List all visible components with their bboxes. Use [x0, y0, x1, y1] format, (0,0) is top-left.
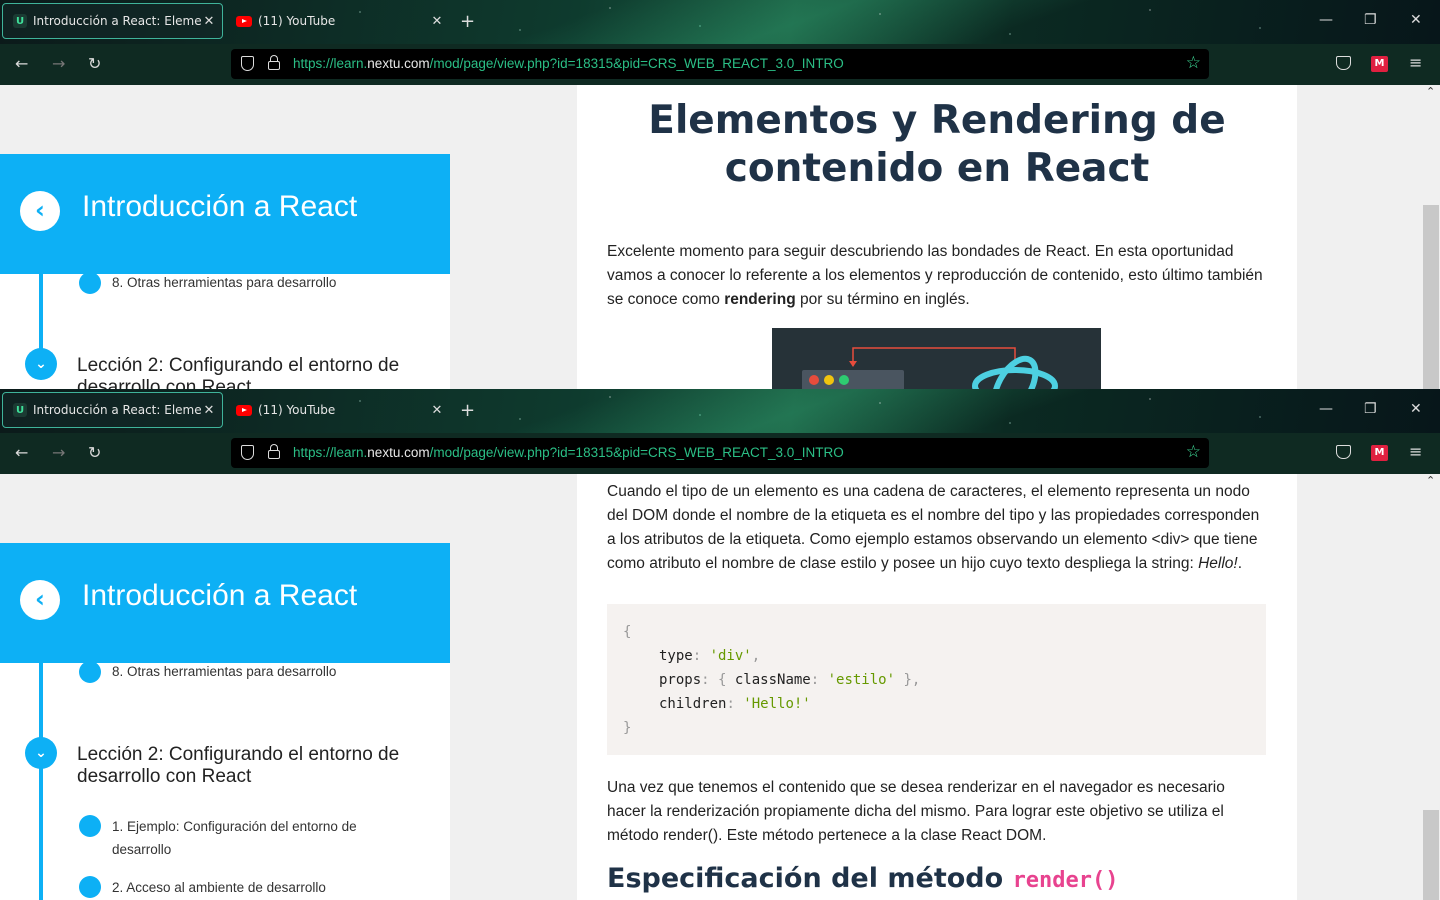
reload-button[interactable]: ↻ — [88, 443, 101, 462]
tab-title: (11) YouTube — [258, 403, 336, 417]
lesson-item-dot — [79, 876, 101, 898]
element-paragraph: Cuando el tipo de un elemento es una cad… — [607, 483, 1260, 572]
tracking-shield-icon[interactable] — [241, 445, 254, 460]
forward-button[interactable]: → — [52, 54, 65, 73]
timeline-line — [39, 273, 43, 353]
content-area: Elementos y Rendering de contenido en Re… — [577, 85, 1297, 389]
new-tab-button[interactable]: + — [460, 400, 475, 421]
tab-active[interactable]: U Introducción a React: Elementos y Rend… — [2, 392, 223, 428]
extension-icon[interactable]: M — [1371, 56, 1388, 72]
nextu-favicon-icon: U — [13, 403, 27, 417]
course-title: Introducción a React — [82, 190, 358, 223]
tab-title: (11) YouTube — [258, 14, 336, 28]
nav-bar: ← → ↻ https://learn.nextu.com/mod/page/v… — [0, 44, 1440, 85]
pocket-icon[interactable] — [1336, 445, 1351, 459]
lesson-2-title[interactable]: Lección 2: Configurando el entorno de de… — [77, 744, 417, 788]
minimize-button[interactable]: — — [1319, 12, 1333, 28]
tab-title: Introducción a React: Elementos y Render… — [33, 14, 202, 28]
scroll-up-arrow-icon[interactable]: ⌃ — [1426, 85, 1435, 98]
tab-youtube[interactable]: (11) YouTube ✕ — [228, 392, 450, 428]
new-tab-button[interactable]: + — [460, 11, 475, 32]
scrollbar-thumb[interactable] — [1423, 810, 1439, 900]
nav-bar: ← → ↻ https://learn.nextu.com/mod/page/v… — [0, 433, 1440, 474]
page-viewport: 8. Otras herramientas para desarrollo ⌄ … — [0, 85, 1440, 389]
section-heading: Especificación del método render() — [607, 863, 1119, 894]
tab-bar: U Introducción a React: Elementos y Rend… — [0, 389, 1440, 433]
minimize-button[interactable]: — — [1319, 401, 1333, 417]
chevron-down-icon[interactable]: ⌄ — [25, 348, 57, 380]
menu-icon[interactable]: ≡ — [1409, 442, 1422, 461]
react-illustration — [772, 328, 1101, 389]
forward-button[interactable]: → — [52, 443, 65, 462]
extension-icon[interactable]: M — [1371, 445, 1388, 461]
intro-paragraph: Excelente momento para seguir descubrien… — [607, 243, 1263, 308]
render-paragraph: Una vez que tenemos el contenido que se … — [607, 779, 1225, 844]
tab-title: Introducción a React: Elementos y Render… — [33, 403, 202, 417]
window-close-button[interactable]: ✕ — [1410, 401, 1422, 417]
react-illustration-graphic — [802, 347, 1058, 389]
tab-active[interactable]: U Introducción a React: Elementos y Rend… — [2, 3, 223, 39]
browser-window-top: U Introducción a React: Elementos y Rend… — [0, 0, 1440, 389]
scrollbar[interactable]: ⌃ — [1422, 85, 1440, 389]
bookmark-star-icon[interactable]: ☆ — [1186, 53, 1201, 73]
lock-icon[interactable] — [268, 444, 280, 459]
youtube-favicon-icon — [236, 404, 252, 416]
lesson-2-item-1[interactable]: 1. Ejemplo: Configuración del entorno de… — [112, 815, 402, 861]
content-area: Cuando el tipo de un elemento es una cad… — [577, 474, 1297, 900]
tab-bar: U Introducción a React: Elementos y Rend… — [0, 0, 1440, 44]
nextu-favicon-icon: U — [13, 14, 27, 28]
lesson-item-dot — [79, 272, 101, 294]
lesson-item-8[interactable]: 8. Otras herramientas para desarrollo — [112, 660, 336, 683]
course-header: ‹ Introducción a React — [0, 543, 450, 663]
tab-close-icon[interactable]: ✕ — [202, 403, 216, 418]
scrollbar[interactable]: ⌃ — [1422, 474, 1440, 900]
lesson-2-item-2[interactable]: 2. Acceso al ambiente de desarrollo — [112, 876, 326, 899]
back-arrow-icon[interactable]: ‹ — [20, 580, 60, 620]
tab-close-icon[interactable]: ✕ — [430, 14, 444, 29]
url-bar[interactable]: https://learn.nextu.com/mod/page/view.ph… — [231, 438, 1209, 468]
tab-youtube[interactable]: (11) YouTube ✕ — [228, 3, 450, 39]
chevron-down-icon[interactable]: ⌄ — [25, 737, 57, 769]
restore-button[interactable]: ❐ — [1364, 401, 1377, 417]
url-text[interactable]: https://learn.nextu.com/mod/page/view.ph… — [293, 56, 844, 71]
page-title: Elementos y Rendering de contenido en Re… — [648, 98, 1226, 191]
menu-icon[interactable]: ≡ — [1409, 53, 1422, 72]
lock-icon[interactable] — [268, 55, 280, 70]
url-text[interactable]: https://learn.nextu.com/mod/page/view.ph… — [293, 445, 844, 460]
code-block: { type: 'div', props: { className: 'esti… — [607, 604, 1266, 755]
scrollbar-thumb[interactable] — [1423, 205, 1439, 389]
browser-window-bottom: U Introducción a React: Elementos y Rend… — [0, 389, 1440, 900]
tracking-shield-icon[interactable] — [241, 56, 254, 71]
youtube-favicon-icon — [236, 15, 252, 27]
back-button[interactable]: ← — [15, 54, 28, 73]
tab-close-icon[interactable]: ✕ — [202, 14, 216, 29]
lesson-item-8[interactable]: 8. Otras herramientas para desarrollo — [112, 271, 336, 294]
window-close-button[interactable]: ✕ — [1410, 12, 1422, 28]
url-bar[interactable]: https://learn.nextu.com/mod/page/view.ph… — [231, 49, 1209, 79]
lesson-2-title[interactable]: Lección 2: Configurando el entorno de de… — [77, 355, 417, 389]
timeline-line — [39, 662, 43, 900]
back-button[interactable]: ← — [15, 443, 28, 462]
reload-button[interactable]: ↻ — [88, 54, 101, 73]
lesson-item-dot — [79, 815, 101, 837]
pocket-icon[interactable] — [1336, 56, 1351, 70]
bookmark-star-icon[interactable]: ☆ — [1186, 442, 1201, 462]
restore-button[interactable]: ❐ — [1364, 12, 1377, 28]
lesson-item-dot — [79, 661, 101, 683]
scroll-up-arrow-icon[interactable]: ⌃ — [1426, 474, 1435, 487]
back-arrow-icon[interactable]: ‹ — [20, 191, 60, 231]
page-viewport: 8. Otras herramientas para desarrollo ⌄ … — [0, 474, 1440, 900]
tab-close-icon[interactable]: ✕ — [430, 403, 444, 418]
course-header: ‹ Introducción a React — [0, 154, 450, 274]
course-title: Introducción a React — [82, 579, 358, 612]
